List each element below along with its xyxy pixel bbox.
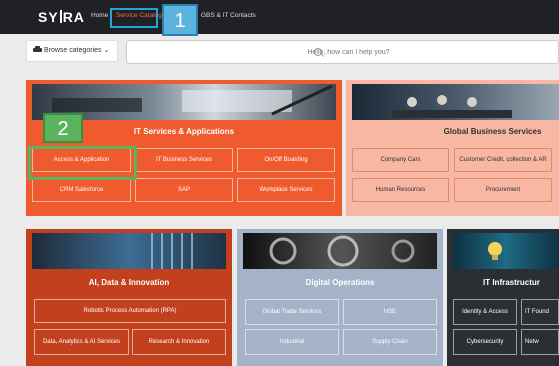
tile-customer-credit[interactable]: Customer Credit, collection & AR xyxy=(454,148,552,172)
gears-image-icon xyxy=(269,235,415,267)
tile-crm-salesforce[interactable]: CRM Salesforce xyxy=(32,178,131,202)
tile-sap[interactable]: SAP xyxy=(135,178,233,202)
tile-cybersecurity[interactable]: Cybersecurity xyxy=(453,329,517,355)
service-catalog-highlight xyxy=(110,8,158,28)
tile-global-trade-services[interactable]: Global Trade Services xyxy=(245,299,339,325)
card-title: Global Business Services xyxy=(443,127,542,136)
card-ai-data-innovation: AI, Data & Innovation Robotic Process Au… xyxy=(26,229,232,366)
access-application-highlight xyxy=(28,146,137,180)
card-banner-image xyxy=(243,233,437,269)
tile-it-foundation[interactable]: IT Found xyxy=(521,299,559,325)
card-banner-image xyxy=(32,233,226,269)
server-image-icon xyxy=(151,233,193,269)
step-badge-2: 2 xyxy=(43,113,83,143)
search-icon xyxy=(314,48,322,56)
step-badge-1: 1 xyxy=(162,4,198,36)
search-input[interactable] xyxy=(127,41,558,64)
tile-company-cars[interactable]: Company Cars xyxy=(352,148,449,172)
meeting-image-icon xyxy=(392,95,512,118)
card-global-business-services: Global Business Services Company Cars Cu… xyxy=(346,80,559,216)
card-banner-image xyxy=(352,84,559,120)
tile-data-analytics-ai[interactable]: Data, Analytics & AI Services xyxy=(34,329,129,355)
card-title: IT Infrastructur xyxy=(483,278,540,287)
browse-categories-button[interactable]: Browse categories ⌄ xyxy=(26,40,118,62)
logo[interactable]: SY RA xyxy=(38,9,85,25)
search-box[interactable] xyxy=(126,40,559,64)
tile-it-business-services[interactable]: IT Business Services xyxy=(135,148,233,172)
card-banner-image xyxy=(453,233,559,269)
top-nav-bar: SY RA Home Service Catalog GBS & IT Conta… xyxy=(0,0,559,34)
card-it-infrastructure: IT Infrastructur Identity & Access IT Fo… xyxy=(447,229,559,366)
nav-home[interactable]: Home xyxy=(91,12,108,19)
lightbulb-image-icon xyxy=(488,242,502,260)
tile-on-off-boarding[interactable]: On/Off Boarding xyxy=(237,148,335,172)
tile-hse[interactable]: HSE xyxy=(343,299,437,325)
tile-network[interactable]: Netw xyxy=(521,329,559,355)
tile-industrial[interactable]: Industrial xyxy=(245,329,339,355)
logo-bar-icon xyxy=(59,10,62,23)
car-icon xyxy=(33,46,42,52)
tile-human-resources[interactable]: Human Resources xyxy=(352,178,449,202)
tile-rpa[interactable]: Robotic Process Automation (RPA) xyxy=(34,299,226,323)
tile-identity-access[interactable]: Identity & Access xyxy=(453,299,517,325)
chevron-down-icon: ⌄ xyxy=(103,47,110,54)
nav-gbs-it-contacts[interactable]: GBS & IT Contacts xyxy=(201,12,256,19)
tile-research-innovation[interactable]: Research & Innovation xyxy=(132,329,226,355)
tile-procurement[interactable]: Procurement xyxy=(454,178,552,202)
card-digital-operations: Digital Operations Global Trade Services… xyxy=(237,229,443,366)
card-title: Digital Operations xyxy=(305,278,375,287)
card-title: AI, Data & Innovation xyxy=(88,278,170,287)
tile-workplace-services[interactable]: Workplace Services xyxy=(237,178,335,202)
tile-supply-chain[interactable]: Supply Chain xyxy=(343,329,437,355)
